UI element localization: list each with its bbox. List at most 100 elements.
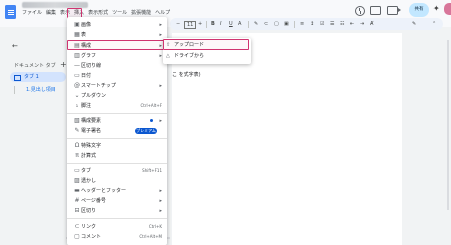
highlight-icon[interactable]: ✎ — [254, 20, 258, 28]
gemini-icon[interactable]: ✦ — [433, 5, 441, 13]
menu-item-smart-chips[interactable]: @ スマートチップ ▸ — [67, 81, 167, 91]
menu-item-label: 表 — [81, 32, 87, 38]
menu-item-label: 電子署名 — [81, 128, 102, 134]
history-icon[interactable] — [355, 6, 365, 16]
checklist-icon[interactable]: ☑ — [320, 20, 324, 28]
collapse-toolbar-icon[interactable]: ⌃ — [432, 20, 436, 28]
menu-item-date[interactable]: ▭ 日付 — [67, 71, 167, 81]
back-arrow-icon[interactable]: ← — [12, 42, 18, 50]
menu-item-label: スマートチップ — [81, 83, 116, 89]
submenu-arrow-icon: ▸ — [159, 188, 162, 194]
menu-item-break[interactable]: ⊟ 区切り ▸ — [67, 206, 167, 216]
building-blocks2-icon: ▧ — [74, 117, 80, 124]
menu-item-label: 透かし — [81, 178, 97, 184]
menu-item-image[interactable]: ▣ 画像 ▸ — [67, 20, 167, 30]
menu-divider — [67, 163, 167, 164]
menu-item-headers-footers[interactable]: ▬ ヘッダーとフッター ▸ — [67, 186, 167, 196]
comment-toolbar-icon[interactable]: ▢ — [274, 20, 279, 28]
numbered-list-icon[interactable]: ☷ — [340, 20, 344, 28]
docs-logo-icon[interactable] — [5, 5, 16, 19]
vertical-scrollbar[interactable] — [447, 40, 449, 210]
date-icon: ▭ — [74, 72, 80, 79]
menu-file[interactable]: ファイル — [20, 10, 44, 18]
menu-item-tab[interactable]: ▭ タブ Shift+F11 — [67, 166, 167, 176]
menu-item-special-characters[interactable]: Ω 特殊文字 — [67, 141, 167, 151]
shortcut-text: Ctrl+Alt+F — [140, 103, 162, 108]
menu-item-chart[interactable]: ▥ グラフ ▸ — [67, 51, 167, 61]
menu-item-horizontal-line[interactable]: — 区切り線 — [67, 61, 167, 71]
menu-item-label: グラフ — [81, 53, 97, 59]
document-page[interactable] — [172, 33, 402, 245]
menu-item-dropdown[interactable]: ⌄ プルダウン — [67, 91, 167, 101]
tab-icon — [14, 75, 21, 81]
menu-item-label: プルダウン — [81, 93, 107, 99]
image-toolbar-icon[interactable]: ▣ — [284, 20, 289, 28]
submenu-arrow-icon: ▸ — [159, 118, 162, 124]
indent-decrease-icon[interactable]: ⇤ — [350, 20, 354, 28]
menu-item-label: 日付 — [81, 73, 92, 79]
line-spacing-icon[interactable]: ↕ — [310, 20, 314, 28]
add-tab-icon[interactable]: + — [60, 61, 67, 69]
shortcut-text: Ctrl+Alt+M — [139, 234, 162, 239]
link-icon: ⊂ — [74, 223, 80, 230]
outline-indent-line — [14, 86, 15, 94]
table-icon: ▦ — [74, 31, 80, 38]
image-icon: ▣ — [74, 21, 80, 28]
menu-item-table[interactable]: ▦ 表 ▸ — [67, 30, 167, 40]
submenu-arrow-icon: ▸ — [159, 208, 162, 214]
footnote-icon: ₁ — [75, 102, 79, 109]
submenu-arrow-icon: ▸ — [159, 32, 162, 38]
share-button[interactable]: 共有 — [409, 3, 429, 17]
submenu-arrow-icon: ▸ — [159, 22, 162, 28]
menu-item-equation[interactable]: π 計算式 — [67, 151, 167, 161]
toolbar-divider — [294, 21, 295, 28]
avatar[interactable] — [444, 3, 451, 15]
meet-icon[interactable] — [387, 6, 401, 15]
menu-item-comment[interactable]: ▢ コメント Ctrl+Alt+M — [67, 232, 167, 242]
menu-edit[interactable]: 編集 — [44, 10, 58, 18]
align-icon[interactable]: ≡ — [300, 20, 304, 28]
document-body-text[interactable]: こ を式字表) — [172, 72, 201, 79]
underline-button[interactable]: U — [229, 20, 233, 28]
e-signature-icon: ✎ — [74, 127, 80, 134]
toolbar-divider — [248, 21, 249, 28]
text-color-button[interactable]: A — [238, 20, 241, 28]
font-size-decrease-button[interactable]: − — [176, 20, 180, 28]
menu-divider — [67, 113, 167, 114]
new-dot-badge — [150, 119, 153, 122]
submenu-item-upload[interactable]: アップロード — [174, 41, 204, 49]
shortcut-text: Shift+F11 — [142, 168, 162, 173]
menu-item-label: ページ番号 — [81, 198, 106, 204]
chart-icon: ▥ — [74, 52, 80, 59]
equation-icon: π — [75, 152, 79, 159]
comment-icon[interactable] — [370, 6, 381, 15]
font-size-increase-button[interactable]: + — [198, 20, 202, 28]
clear-format-icon[interactable]: Ⱥ — [370, 20, 373, 28]
menu-item-link[interactable]: ⊂ リンク Ctrl+K — [67, 222, 167, 232]
submenu-item-drive[interactable]: ドライブから — [174, 52, 204, 60]
menu-item-structure-highlight — [67, 40, 166, 50]
toolbar-divider — [206, 21, 207, 28]
special-chars-icon: Ω — [74, 142, 80, 149]
menu-item-watermark[interactable]: ▨ 透かし — [67, 176, 167, 186]
submenu-arrow-icon: ▸ — [159, 198, 162, 204]
document-tabs-title: ドキュメント タブ — [14, 63, 56, 69]
menu-item-label: 構成要素 — [81, 118, 102, 124]
menu-item-label: タブ — [81, 168, 92, 174]
bold-button[interactable]: B — [211, 20, 215, 28]
italic-button[interactable]: I — [220, 20, 221, 28]
menu-item-e-signature[interactable]: ✎ 電子署名 プレミアム — [67, 126, 167, 136]
link-toolbar-icon[interactable]: ⊂ — [264, 20, 268, 28]
comment-add-icon: ▢ — [74, 233, 80, 240]
editing-mode-icon[interactable]: ✎ — [412, 20, 416, 28]
menu-item-footnote[interactable]: ₁ 脚注 Ctrl+Alt+F — [67, 101, 167, 111]
menu-item-building-blocks[interactable]: ▧ 構成要素 ▸ — [67, 116, 167, 126]
menu-item-page-numbers[interactable]: # ページ番号 ▸ — [67, 196, 167, 206]
indent-increase-icon[interactable]: ⇥ — [360, 20, 364, 28]
outline-heading-link[interactable]: 1.見出し項目 — [26, 86, 56, 94]
bulleted-list-icon[interactable]: ☰ — [330, 20, 334, 28]
font-size-field[interactable]: 11 — [184, 21, 197, 29]
submenu-arrow-icon: ▸ — [159, 83, 162, 89]
tab-icon: ▭ — [74, 167, 80, 174]
menu-divider — [67, 218, 167, 219]
